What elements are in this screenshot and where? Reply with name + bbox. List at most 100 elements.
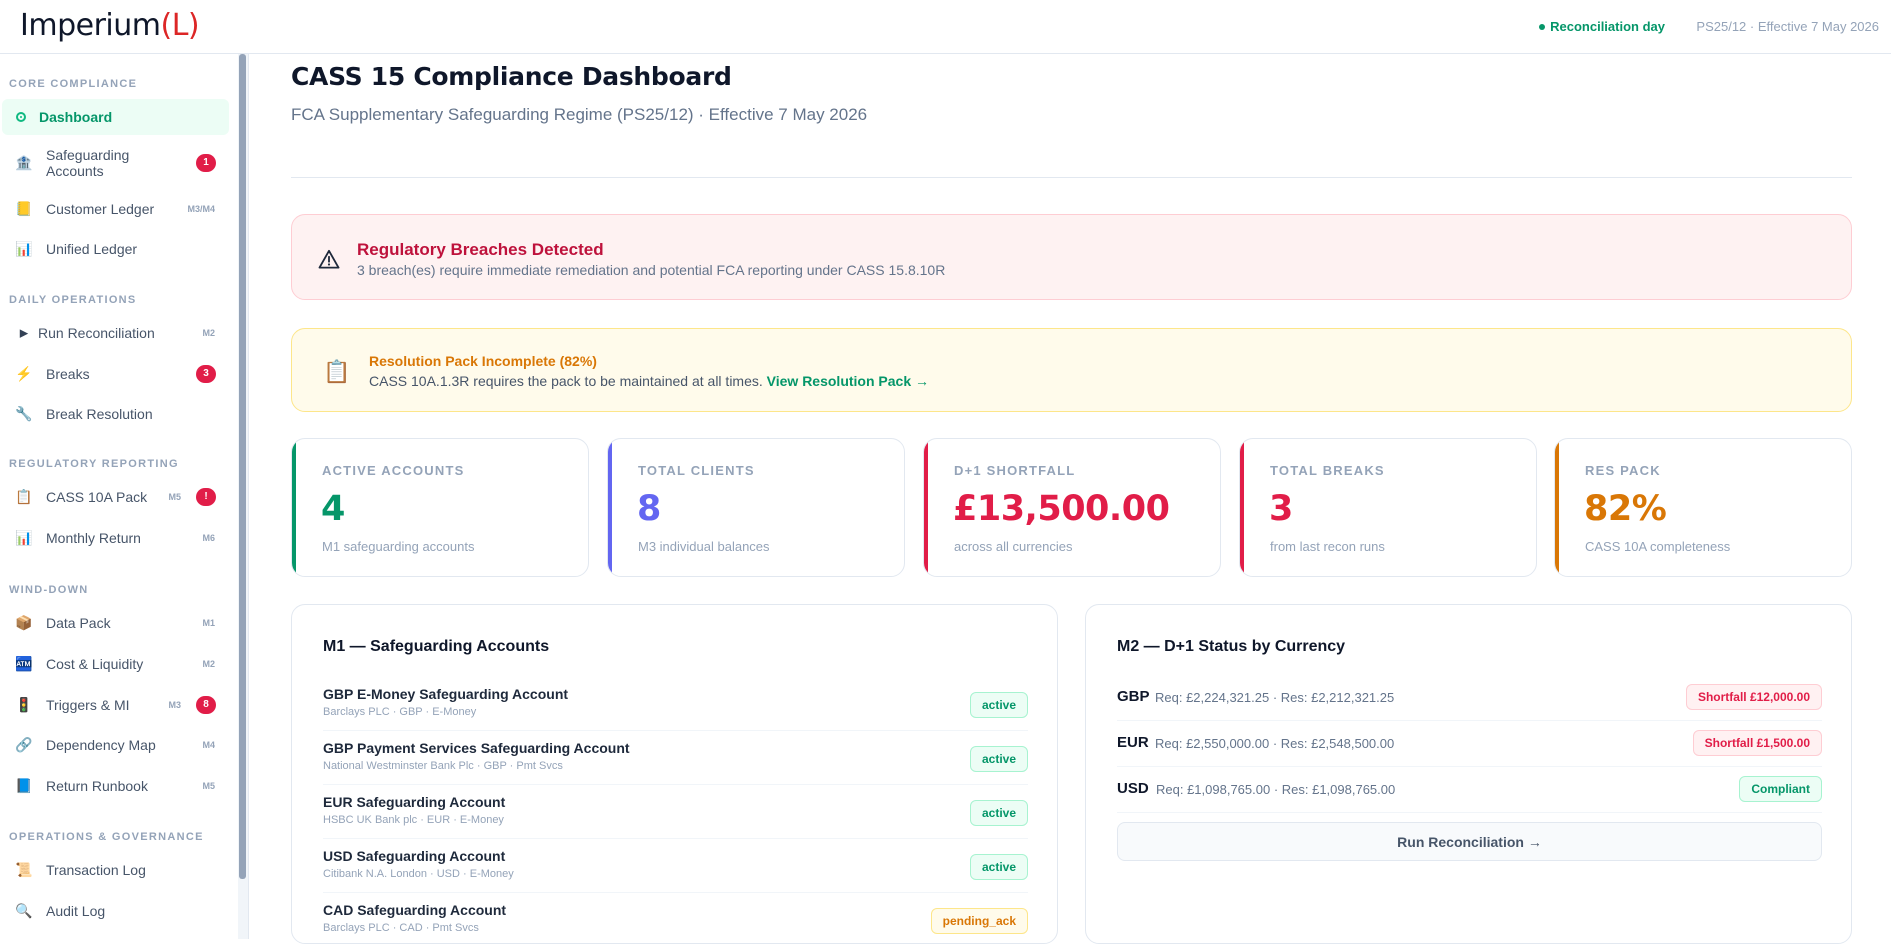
stat-accent-bar	[924, 439, 928, 576]
sidebar-item-label: Dependency Map	[46, 737, 156, 753]
account-row[interactable]: GBP E-Money Safeguarding Account Barclay…	[323, 677, 1028, 731]
sidebar-item-monthly-return[interactable]: 📊 Monthly Return M6	[2, 520, 229, 556]
package-icon: 📦	[15, 614, 33, 631]
sidebar-item-customer-ledger[interactable]: 📒 Customer Ledger M3/M4	[2, 191, 229, 227]
sidebar-scrollbar-thumb[interactable]	[239, 54, 246, 879]
count-badge: 8	[196, 696, 216, 714]
account-meta: HSBC UK Bank plc · EUR · E-Money	[323, 814, 504, 826]
sidebar-item-label: Safeguarding Accounts	[46, 147, 130, 179]
stat-label: TOTAL CLIENTS	[638, 463, 755, 478]
status-badge: active	[969, 692, 1028, 718]
module-tag: M4	[202, 740, 215, 750]
sidebar-item-label: Run Reconciliation	[38, 325, 155, 341]
sidebar-item-audit-log[interactable]: 🔍 Audit Log	[2, 893, 229, 929]
top-bar: Imperium(L) Reconciliation day PS25/12 ·…	[0, 0, 1891, 54]
status-badge: Compliant	[1739, 776, 1822, 802]
stat-caption: across all currencies	[954, 539, 1073, 554]
module-tag: M2	[202, 328, 215, 338]
scroll-icon: 📜	[15, 861, 33, 878]
sidebar-item-return-runbook[interactable]: 📘 Return Runbook M5	[2, 768, 229, 804]
count-badge: 1	[196, 154, 216, 172]
account-meta: National Westminster Bank Plc · GBP · Pm…	[323, 760, 563, 772]
traffic-light-icon: 🚦	[15, 696, 33, 713]
play-icon: ▶	[19, 327, 29, 340]
sidebar-item-dashboard[interactable]: Dashboard	[2, 99, 229, 135]
sidebar-item-triggers-mi[interactable]: 🚦 Triggers & MI M3 8	[2, 687, 229, 723]
section-regulatory-reporting: REGULATORY REPORTING	[9, 458, 179, 470]
sidebar-item-safeguarding-accounts[interactable]: 🏦 Safeguarding Accounts 1	[2, 144, 229, 182]
stat-card-total-breaks: TOTAL BREAKS 3 from last recon runs	[1239, 438, 1537, 577]
view-resolution-pack-link[interactable]: View Resolution Pack →	[767, 373, 929, 389]
module-tag: M1	[202, 618, 215, 628]
sidebar: CORE COMPLIANCE Dashboard 🏦 Safeguarding…	[0, 54, 238, 939]
sidebar-item-transaction-log[interactable]: 📜 Transaction Log	[2, 852, 229, 888]
sidebar-item-breaks[interactable]: ⚡ Breaks 3	[2, 356, 229, 392]
stat-caption: M3 individual balances	[638, 539, 770, 554]
magnifier-icon: 🔍	[15, 902, 33, 919]
stat-card-total-clients: TOTAL CLIENTS 8 M3 individual balances	[607, 438, 905, 577]
module-tag: M3/M4	[187, 204, 215, 214]
account-row[interactable]: USD Safeguarding Account Citibank N.A. L…	[323, 839, 1028, 893]
sidebar-item-label: Data Pack	[46, 615, 111, 631]
status-dot-icon	[1539, 23, 1546, 30]
currency-detail: Req: £2,550,000.00 · Res: £2,548,500.00	[1155, 736, 1395, 751]
lightning-icon: ⚡	[15, 365, 33, 382]
logo[interactable]: Imperium(L)	[20, 8, 200, 43]
currency-detail: Req: £1,098,765.00 · Res: £1,098,765.00	[1156, 782, 1396, 797]
sidebar-item-label: Breaks	[46, 366, 90, 382]
stat-accent-bar	[1240, 439, 1244, 576]
module-tag: M6	[202, 533, 215, 543]
sidebar-item-label: Triggers & MI	[46, 697, 130, 713]
stat-accent-bar	[608, 439, 612, 576]
section-operations-governance: OPERATIONS & GOVERNANCE	[9, 831, 204, 843]
currency-code: USD	[1117, 780, 1149, 797]
sidebar-item-label: Unified Ledger	[46, 241, 138, 257]
count-badge: 3	[196, 365, 216, 383]
card-title: M2 — D+1 Status by Currency	[1117, 638, 1346, 655]
stat-caption: CASS 10A completeness	[1585, 539, 1731, 554]
sidebar-item-dependency-map[interactable]: 🔗 Dependency Map M4	[2, 727, 229, 763]
sidebar-item-label: Customer Ledger	[46, 201, 155, 217]
sidebar-item-data-pack[interactable]: 📦 Data Pack M1	[2, 605, 229, 641]
account-row[interactable]: GBP Payment Services Safeguarding Accoun…	[323, 731, 1028, 785]
stat-value: £13,500.00	[953, 489, 1170, 529]
account-meta: Citibank N.A. London · USD · E-Money	[323, 868, 514, 880]
sidebar-item-cost-liquidity[interactable]: 🏧 Cost & Liquidity M2	[2, 646, 229, 682]
sidebar-item-run-reconciliation[interactable]: ▶ Run Reconciliation M2	[2, 315, 229, 351]
sidebar-divider	[248, 54, 249, 939]
currency-code: GBP	[1117, 688, 1150, 705]
account-meta: Barclays PLC · GBP · E-Money	[323, 706, 477, 718]
sidebar-item-label: Return Runbook	[46, 778, 148, 794]
book-icon: 📘	[15, 777, 33, 794]
status-badge: active	[969, 800, 1028, 826]
stat-caption: M1 safeguarding accounts	[322, 539, 475, 554]
account-name: EUR Safeguarding Account	[323, 794, 506, 810]
account-row[interactable]: EUR Safeguarding Account HSBC UK Bank pl…	[323, 785, 1028, 839]
stat-label: ACTIVE ACCOUNTS	[322, 463, 465, 478]
currency-row-usd: USD Req: £1,098,765.00 · Res: £1,098,765…	[1117, 767, 1822, 813]
stat-value: 82%	[1584, 489, 1667, 529]
stat-value: 8	[637, 489, 661, 529]
status-badge: active	[969, 854, 1028, 880]
sidebar-item-cass-10a-pack[interactable]: 📋 CASS 10A Pack M5 !	[2, 479, 229, 515]
header-divider	[291, 177, 1852, 178]
sidebar-item-unified-ledger[interactable]: 📊 Unified Ledger	[2, 231, 229, 267]
status-badge: Shortfall £1,500.00	[1692, 730, 1822, 756]
section-wind-down: WIND-DOWN	[9, 584, 89, 596]
stat-caption: from last recon runs	[1270, 539, 1385, 554]
sidebar-item-break-resolution[interactable]: 🔧 Break Resolution	[2, 396, 229, 432]
reconciliation-day-label: Reconciliation day	[1550, 19, 1665, 34]
status-badge: pending_ack	[930, 908, 1028, 934]
warning-icon	[318, 249, 340, 269]
account-name: GBP E-Money Safeguarding Account	[323, 686, 569, 702]
clipboard-icon: 📋	[323, 359, 351, 384]
run-reconciliation-button[interactable]: Run Reconciliation →	[1117, 822, 1822, 861]
d1-status-card: M2 — D+1 Status by Currency GBP Req: £2,…	[1085, 604, 1852, 944]
stat-accent-bar	[292, 439, 296, 576]
module-tag: M5	[168, 492, 181, 502]
card-title: M1 — Safeguarding Accounts	[323, 638, 550, 655]
sidebar-item-label: Break Resolution	[46, 406, 153, 422]
logo-text: Imperium	[20, 8, 161, 43]
link-icon: 🔗	[15, 736, 33, 753]
stat-card-d1-shortfall: D+1 SHORTFALL £13,500.00 across all curr…	[923, 438, 1221, 577]
